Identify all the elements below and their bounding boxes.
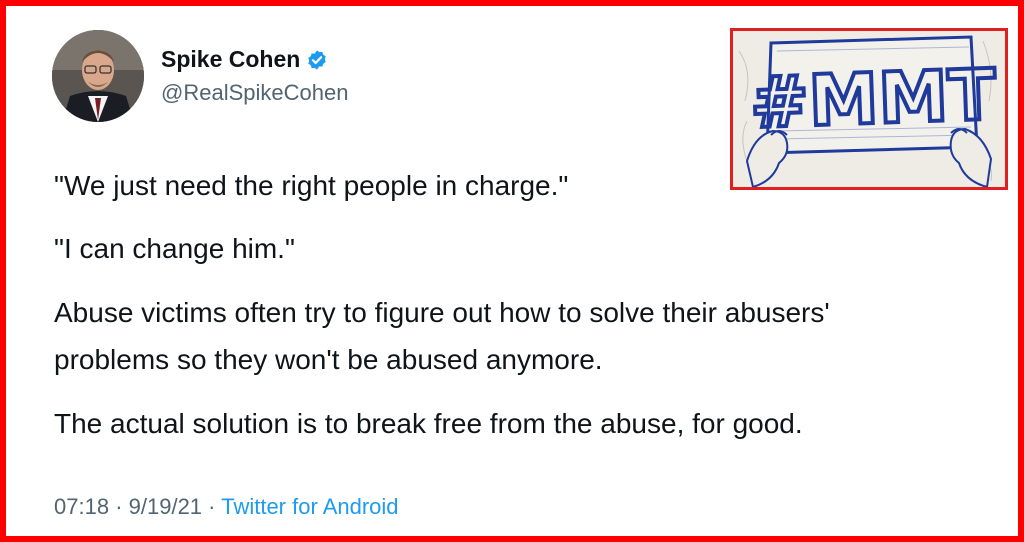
tweet-text-line-4: problems so they won't be abused anymore… [54,344,603,375]
tweet-metadata: 07:18 · 9/19/21 · Twitter for Android [54,494,399,520]
tweet-text-line-5: The actual solution is to break free fro… [54,408,803,439]
author-avatar[interactable] [52,30,144,122]
tweet-source-link[interactable]: Twitter for Android [221,494,398,519]
meta-separator-2: · [208,494,216,519]
author-name[interactable]: Spike Cohen [161,46,328,73]
author-handle[interactable]: @RealSpikeCohen [161,80,348,106]
author-name-text[interactable]: Spike Cohen [161,46,300,72]
verified-badge-icon [306,49,328,71]
tweet-card: Spike Cohen @RealSpikeCohen #MMT "We jus… [0,0,1024,542]
tweet-date[interactable]: 9/19/21 [129,494,202,519]
tweet-text-line-2: "I can change him." [54,233,295,264]
tweet-image[interactable]: #MMT [730,28,1008,190]
tweet-time[interactable]: 07:18 [54,494,109,519]
tweet-text-line-1: "We just need the right people in charge… [54,170,569,201]
tweet-text-line-3: Abuse victims often try to figure out ho… [54,297,830,328]
meta-separator-1: · [115,494,123,519]
